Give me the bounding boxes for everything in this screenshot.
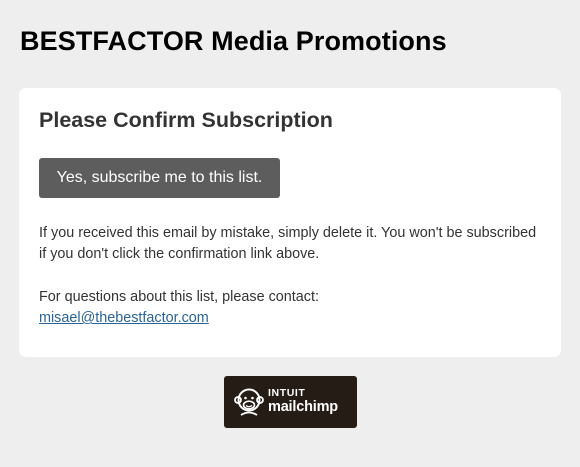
badge-intuit-text: INTUIT — [268, 387, 306, 399]
confirm-subscription-button[interactable]: Yes, subscribe me to this list. — [39, 158, 280, 198]
page: BESTFACTOR Media Promotions Please Confi… — [0, 0, 580, 467]
brand-title: BESTFACTOR Media Promotions — [20, 26, 447, 56]
questions-text: For questions about this list, please co… — [39, 289, 319, 305]
contact-email-link[interactable]: misael@thebestfactor.com — [39, 308, 209, 329]
mistake-notice: If you received this email by mistake, s… — [39, 225, 537, 262]
badge-mailchimp-text: mailchimp — [268, 399, 338, 415]
confirmation-card: Please Confirm Subscription Yes, subscri… — [19, 88, 561, 357]
freddie-monkey-icon — [234, 388, 264, 416]
card-heading: Please Confirm Subscription — [39, 108, 333, 132]
mailchimp-badge[interactable]: INTUIT mailchimp — [224, 376, 357, 428]
